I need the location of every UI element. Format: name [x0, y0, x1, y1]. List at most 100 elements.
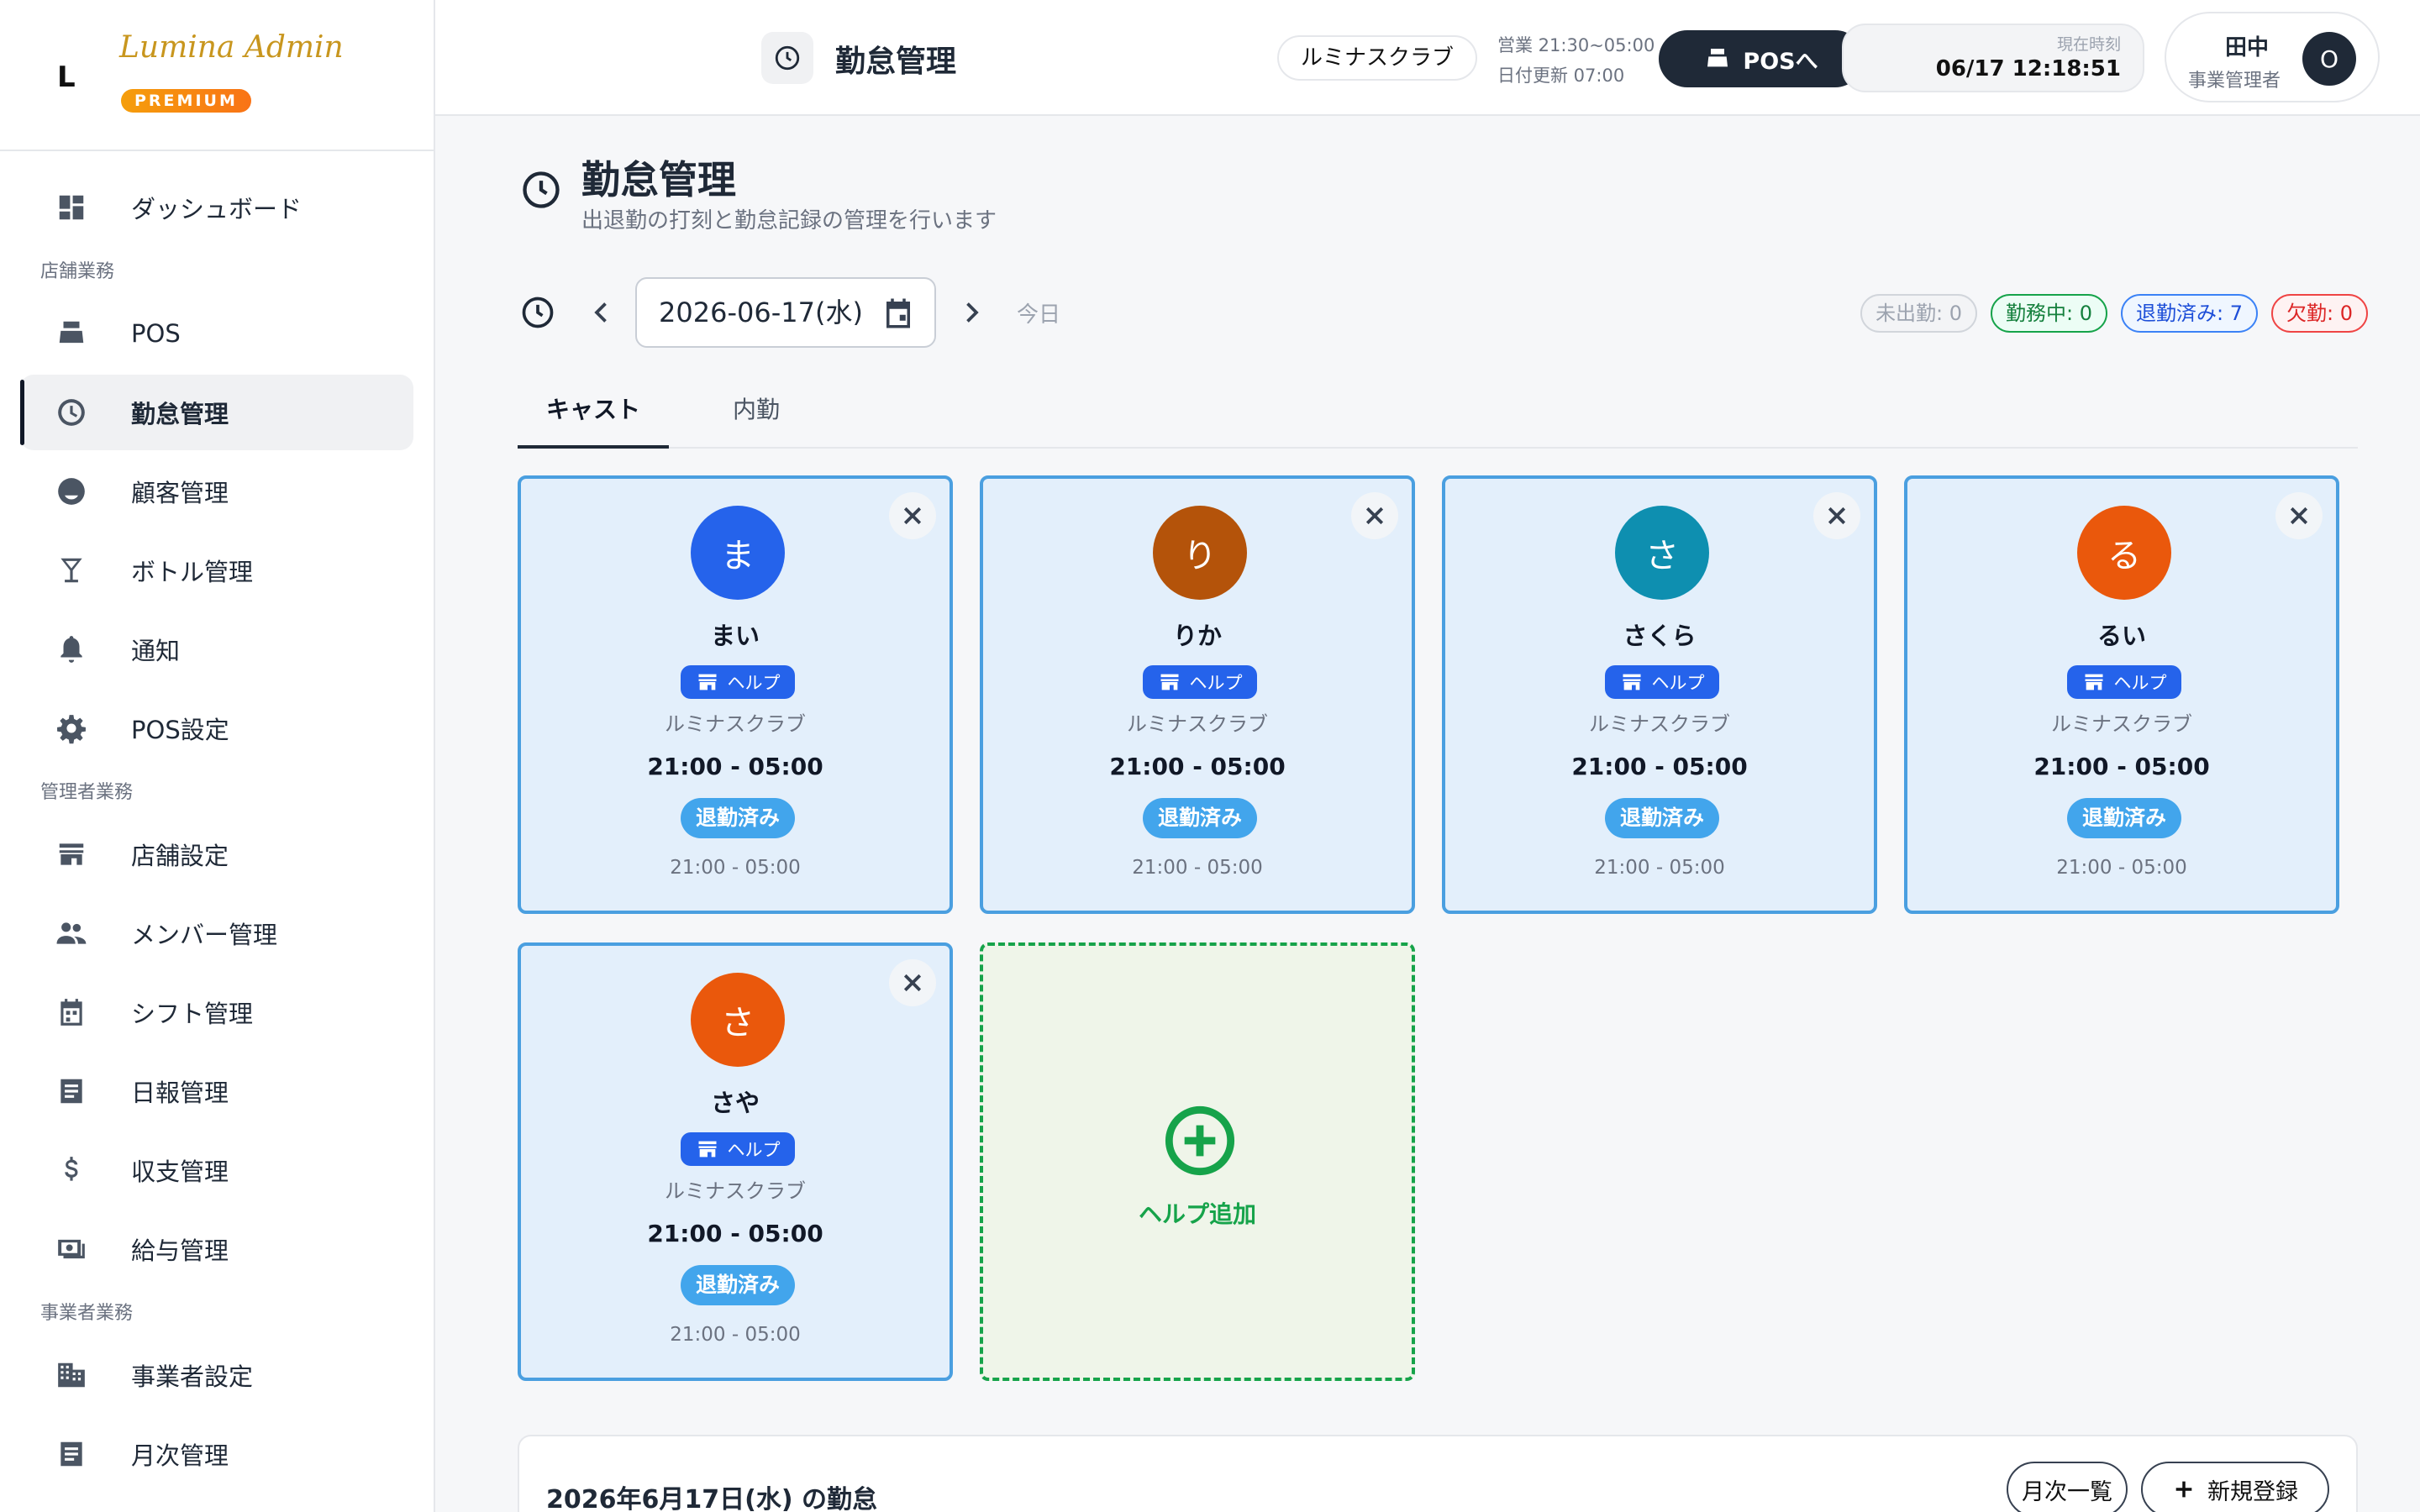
cash-register-icon — [54, 316, 89, 351]
sidebar-item[interactable]: 通知 — [20, 612, 413, 687]
current-time: 現在時刻 06/17 12:18:51 — [1842, 24, 2144, 92]
top-header: 勤怠管理 ルミナスクラブ 営業 21:30~05:00 日付更新 07:00 P… — [435, 0, 2420, 116]
date-value: 2026-06-17(水) — [659, 297, 863, 328]
close-icon[interactable] — [2275, 492, 2323, 539]
stat-absent: 欠勤: 0 — [2271, 294, 2368, 333]
sidebar-item[interactable]: POS設定 — [20, 690, 413, 766]
gear-icon — [54, 711, 89, 746]
add-help-card[interactable]: ヘルプ追加 — [980, 942, 1415, 1381]
main-content: 勤怠管理 出退勤の打刻と勤怠記録の管理を行います 2026-06-17(水) 今… — [435, 116, 2420, 1512]
sidebar-nav: ダッシュボード店舗業務 POS 勤怠管理顧客管理ボトル管理通知 POS設定管理者業務店… — [0, 151, 434, 1492]
chevron-right-icon[interactable] — [956, 297, 986, 328]
sidebar-item-label: ボトル管理 — [131, 558, 254, 586]
sidebar-item[interactable]: ダッシュボード — [20, 170, 413, 245]
sidebar-item[interactable]: 給与管理 — [20, 1211, 413, 1287]
sidebar-item[interactable]: 事業者設定 — [20, 1337, 413, 1413]
brand: L Lumina Admin PREMIUM — [0, 0, 434, 151]
sidebar-item-label: 事業者設定 — [131, 1362, 254, 1391]
user-menu[interactable]: 田中 事業管理者 O — [2165, 12, 2380, 102]
report-icon — [54, 1436, 89, 1472]
nav-section-heading: 管理者業務 — [40, 782, 134, 803]
people-icon — [54, 916, 89, 951]
sidebar-item[interactable]: 日報管理 — [20, 1053, 413, 1129]
clock-icon — [54, 395, 89, 430]
sidebar-item[interactable]: 勤怠管理 — [20, 375, 413, 450]
sidebar-item[interactable]: 月次管理 — [20, 1416, 413, 1492]
tab-cast[interactable]: キャスト — [518, 385, 669, 449]
cast-card[interactable]: ささや ヘルプ ルミナスクラブ 21:00 - 05:00 退勤済み 21:00 - 05… — [518, 942, 953, 1381]
sidebar-item-label: ダッシュボード — [131, 195, 302, 223]
current-time-value: 06/17 12:18:51 — [1935, 56, 2121, 81]
help-badge-label: ヘルプ — [1651, 673, 1705, 693]
sidebar-item-label: POS設定 — [131, 716, 229, 744]
close-icon[interactable] — [1813, 492, 1860, 539]
nav-section-heading: 店舗業務 — [40, 261, 115, 282]
cast-avatar: さ — [1615, 506, 1709, 600]
sidebar-item-label: 顧客管理 — [131, 479, 229, 507]
actual-time: 21:00 - 05:00 — [1594, 857, 1725, 879]
sidebar-item[interactable]: 店舗設定 — [20, 816, 413, 892]
money-icon — [54, 1231, 89, 1267]
close-icon[interactable] — [1351, 492, 1398, 539]
store-selector[interactable]: ルミナスクラブ — [1277, 35, 1478, 81]
cast-avatar: り — [1153, 506, 1247, 600]
cast-avatar: る — [2077, 506, 2171, 600]
cast-name: りか — [1172, 622, 1222, 650]
monthly-list-label: 月次一覧 — [2022, 1478, 2112, 1505]
monthly-list-button[interactable]: 月次一覧 — [2007, 1462, 2128, 1512]
sidebar-item[interactable]: 顧客管理 — [20, 454, 413, 529]
cast-card[interactable]: りりか ヘルプ ルミナスクラブ 21:00 - 05:00 退勤済み 21:00 - 05… — [980, 475, 1415, 914]
cast-card[interactable]: ささくら ヘルプ ルミナスクラブ 21:00 - 05:00 退勤済み 21:00 - 0… — [1442, 475, 1877, 914]
cash-register-icon — [1707, 49, 1728, 67]
sidebar: L Lumina Admin PREMIUM ダッシュボード店舗業務 POS 勤怠管… — [0, 0, 435, 1512]
user-role: 事業管理者 — [2187, 71, 2281, 92]
dollar-icon — [54, 1152, 89, 1188]
clock-icon — [523, 171, 560, 208]
today-button[interactable]: 今日 — [1017, 297, 1060, 328]
date-input[interactable]: 2026-06-17(水) — [635, 277, 936, 348]
status-badge: 退勤済み — [681, 1265, 795, 1305]
store-icon — [698, 1141, 716, 1158]
attendance-records-title: 2026年6月17日(水) の勤怠 — [546, 1485, 877, 1512]
sidebar-item-label: 店舗設定 — [131, 842, 229, 870]
actual-time: 21:00 - 05:00 — [1132, 857, 1263, 879]
cast-store: ルミナスクラブ — [1127, 712, 1268, 736]
sidebar-item[interactable]: シフト管理 — [20, 974, 413, 1050]
tab-staff[interactable]: 内勤 — [706, 385, 807, 449]
calendar-icon[interactable] — [881, 296, 916, 331]
shift-time: 21:00 - 05:00 — [1109, 753, 1286, 780]
shift-time: 21:00 - 05:00 — [2033, 753, 2210, 780]
sidebar-item[interactable]: POS — [20, 296, 413, 371]
sidebar-item[interactable]: ボトル管理 — [20, 533, 413, 608]
clock-icon — [761, 32, 813, 84]
brand-name: Lumina Admin — [119, 30, 344, 65]
business-hours-text: 営業 21:30~05:00 — [1497, 35, 1655, 55]
avatar: O — [2302, 32, 2356, 86]
close-icon[interactable] — [889, 492, 936, 539]
pos-button[interactable]: POSへ — [1659, 30, 1864, 87]
cast-store: ルミナスクラブ — [665, 712, 806, 736]
store-icon — [54, 837, 89, 872]
sidebar-item-label: 収支管理 — [131, 1158, 229, 1186]
help-badge: ヘルプ — [1143, 665, 1257, 699]
sidebar-item-label: メンバー管理 — [131, 921, 278, 949]
store-icon — [1160, 674, 1178, 690]
cast-card[interactable]: るるい ヘルプ ルミナスクラブ 21:00 - 05:00 退勤済み 21:00 - 05… — [1904, 475, 2339, 914]
bell-icon — [54, 632, 89, 667]
current-time-label: 現在時刻 — [2056, 35, 2121, 54]
cast-card[interactable]: ままい ヘルプ ルミナスクラブ 21:00 - 05:00 退勤済み 21:00 - 05… — [518, 475, 953, 914]
help-badge: ヘルプ — [681, 1132, 795, 1166]
actual-time: 21:00 - 05:00 — [670, 1324, 801, 1346]
premium-badge: PREMIUM — [121, 89, 251, 113]
brand-mark: L — [57, 60, 76, 94]
close-icon[interactable] — [889, 959, 936, 1006]
store-icon — [1623, 674, 1640, 690]
sidebar-item[interactable]: メンバー管理 — [20, 895, 413, 971]
date-bar: 2026-06-17(水) 今日 未出勤: 0 勤務中: 0 退勤済み: 7 欠… — [519, 277, 2368, 348]
cast-name: さくら — [1623, 622, 1697, 650]
chevron-left-icon[interactable] — [587, 297, 617, 328]
sidebar-item[interactable]: 収支管理 — [20, 1132, 413, 1208]
clock-icon — [522, 297, 554, 328]
new-record-button[interactable]: 新規登録 — [2141, 1462, 2329, 1512]
pos-button-label: POSへ — [1743, 48, 1818, 75]
